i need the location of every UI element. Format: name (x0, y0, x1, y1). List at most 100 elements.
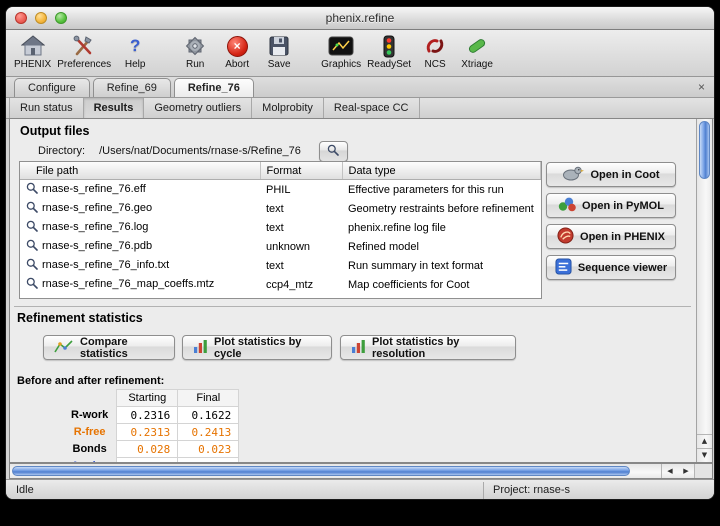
subtab-geometry-outliers[interactable]: Geometry outliers (144, 98, 252, 118)
toolbar-button-help[interactable]: ? Help (117, 34, 153, 70)
open-in-phenix-button[interactable]: Open in PHENIX (546, 224, 676, 249)
toolbar-button-phenix[interactable]: PHENIX (14, 34, 51, 70)
file-row[interactable]: rnase-s_refine_76.geo text Geometry rest… (20, 199, 541, 218)
status-text: Idle (16, 484, 34, 496)
stats-row: Angles 4.517 2.010 (63, 458, 239, 463)
plot-statistics-by-resolution-button[interactable]: Plot statistics by resolution (340, 335, 516, 360)
toolbar-label: Save (268, 59, 291, 70)
open-in-pymol-button[interactable]: Open in PyMOL (546, 193, 676, 218)
subtab-run-status[interactable]: Run status (9, 98, 84, 118)
stats-value: 4.517 (117, 458, 178, 463)
file-format: unknown (260, 237, 342, 256)
project-label: Project: rnase-s (493, 484, 570, 496)
column-header-file-path[interactable]: File path (20, 162, 260, 180)
scroll-left-button[interactable]: ◀ (662, 464, 678, 478)
help-icon: ? (130, 34, 140, 58)
horizontal-scrollbar[interactable]: ◀ ▶ (9, 463, 713, 479)
stats-column-starting: Starting (117, 390, 178, 407)
stats-value: 0.2316 (117, 407, 178, 424)
plot-statistics-by-cycle-button[interactable]: Plot statistics by cycle (182, 335, 332, 360)
column-header-data-type[interactable]: Data type (342, 162, 541, 180)
file-data-type: phenix.refine log file (342, 218, 541, 237)
abort-icon: × (227, 34, 248, 58)
scroll-right-button[interactable]: ▶ (678, 464, 694, 478)
browse-directory-button[interactable] (319, 141, 348, 162)
stats-value: 0.2413 (178, 424, 239, 441)
file-name: rnase-s_refine_76.eff (42, 183, 146, 195)
titlebar[interactable]: phenix.refine (6, 7, 714, 30)
file-data-type: Geometry restraints before refinement (342, 199, 541, 218)
stats-value: 0.2313 (117, 424, 178, 441)
stats-row-label: R-free (63, 424, 117, 441)
file-row[interactable]: rnase-s_refine_76.pdb unknown Refined mo… (20, 237, 541, 256)
toolbar-button-abort[interactable]: × Abort (219, 34, 255, 70)
stats-column-final: Final (178, 390, 239, 407)
directory-row: Directory: /Users/nat/Documents/rnase-s/… (38, 141, 348, 161)
toolbar-button-ncs[interactable]: NCS (417, 34, 453, 70)
toolbar-label: PHENIX (14, 59, 51, 70)
preferences-tools-icon (72, 34, 96, 58)
toolbar-button-preferences[interactable]: Preferences (57, 34, 111, 70)
scrollbar-corner (694, 464, 712, 478)
sequence-icon (555, 258, 572, 278)
subtab-real-space-cc[interactable]: Real-space CC (324, 98, 420, 118)
magnifier-icon (26, 258, 38, 273)
toolbar-button-save[interactable]: Save (261, 34, 297, 70)
compare-statistics-button[interactable]: Compare statistics (43, 335, 175, 360)
readyset-traffic-light-icon (382, 34, 396, 58)
file-format: text (260, 218, 342, 237)
magnifier-icon (26, 182, 38, 197)
phenix-refine-window: phenix.refine PHENIX Preferences ? Help … (5, 6, 715, 500)
file-name: rnase-s_refine_76_info.txt (42, 259, 169, 271)
button-label: Compare statistics (80, 336, 164, 360)
tab-refine-76[interactable]: Refine_76 (174, 78, 254, 97)
xtriage-icon (466, 34, 488, 58)
action-label: Sequence viewer (578, 262, 667, 274)
subtab-molprobity[interactable]: Molprobity (252, 98, 324, 118)
toolbar-label: Help (125, 59, 146, 70)
horizontal-scrollbar-thumb[interactable] (12, 466, 630, 476)
magnifier-icon (26, 220, 38, 235)
file-data-type: Run summary in text format (342, 256, 541, 275)
action-label: Open in Coot (590, 169, 659, 181)
main-tab-bar: Configure Refine_69 Refine_76 × (6, 77, 714, 98)
bar-chart-icon (351, 339, 366, 357)
tab-configure[interactable]: Configure (14, 78, 90, 97)
sequence-viewer-button[interactable]: Sequence viewer (546, 255, 676, 280)
toolbar-label: NCS (425, 59, 446, 70)
stats-row: R-work 0.2316 0.1622 (63, 407, 239, 424)
minimize-button[interactable] (35, 12, 47, 24)
file-row[interactable]: rnase-s_refine_76_info.txt text Run summ… (20, 256, 541, 275)
traffic-lights (15, 12, 67, 24)
file-row[interactable]: rnase-s_refine_76.log text phenix.refine… (20, 218, 541, 237)
action-label: Open in PHENIX (580, 231, 665, 243)
column-header-format[interactable]: Format (260, 162, 342, 180)
toolbar-button-run[interactable]: Run (177, 34, 213, 70)
zoom-button[interactable] (55, 12, 67, 24)
tab-refine-69[interactable]: Refine_69 (93, 78, 171, 97)
results-tab-bar: Run status Results Geometry outliers Mol… (6, 98, 714, 119)
file-row[interactable]: rnase-s_refine_76_map_coeffs.mtz ccp4_mt… (20, 275, 541, 294)
toolbar-button-xtriage[interactable]: Xtriage (459, 34, 495, 70)
bar-chart-icon (193, 339, 208, 357)
phenix-logo-icon (557, 227, 574, 247)
toolbar-button-readyset[interactable]: ReadySet (367, 34, 411, 70)
toolbar-label: Run (186, 59, 204, 70)
save-icon (269, 34, 289, 58)
toolbar: PHENIX Preferences ? Help Run × Abort S (6, 30, 714, 77)
status-divider (483, 482, 484, 499)
subtab-results[interactable]: Results (84, 98, 145, 118)
toolbar-label: Preferences (57, 59, 111, 70)
vertical-scrollbar-thumb[interactable] (699, 121, 710, 179)
file-format: ccp4_mtz (260, 275, 342, 294)
file-row[interactable]: rnase-s_refine_76.eff PHIL Effective par… (20, 180, 541, 200)
vertical-scrollbar[interactable]: ▲ ▼ (696, 119, 712, 462)
close-button[interactable] (15, 12, 27, 24)
scroll-down-button[interactable]: ▼ (697, 448, 712, 462)
toolbar-button-graphics[interactable]: Graphics (321, 34, 361, 70)
scroll-up-button[interactable]: ▲ (697, 434, 712, 448)
close-tab-icon[interactable]: × (698, 80, 705, 94)
open-in-coot-button[interactable]: Open in Coot (546, 162, 676, 187)
toolbar-label: Graphics (321, 59, 361, 70)
run-gear-icon (184, 34, 206, 58)
